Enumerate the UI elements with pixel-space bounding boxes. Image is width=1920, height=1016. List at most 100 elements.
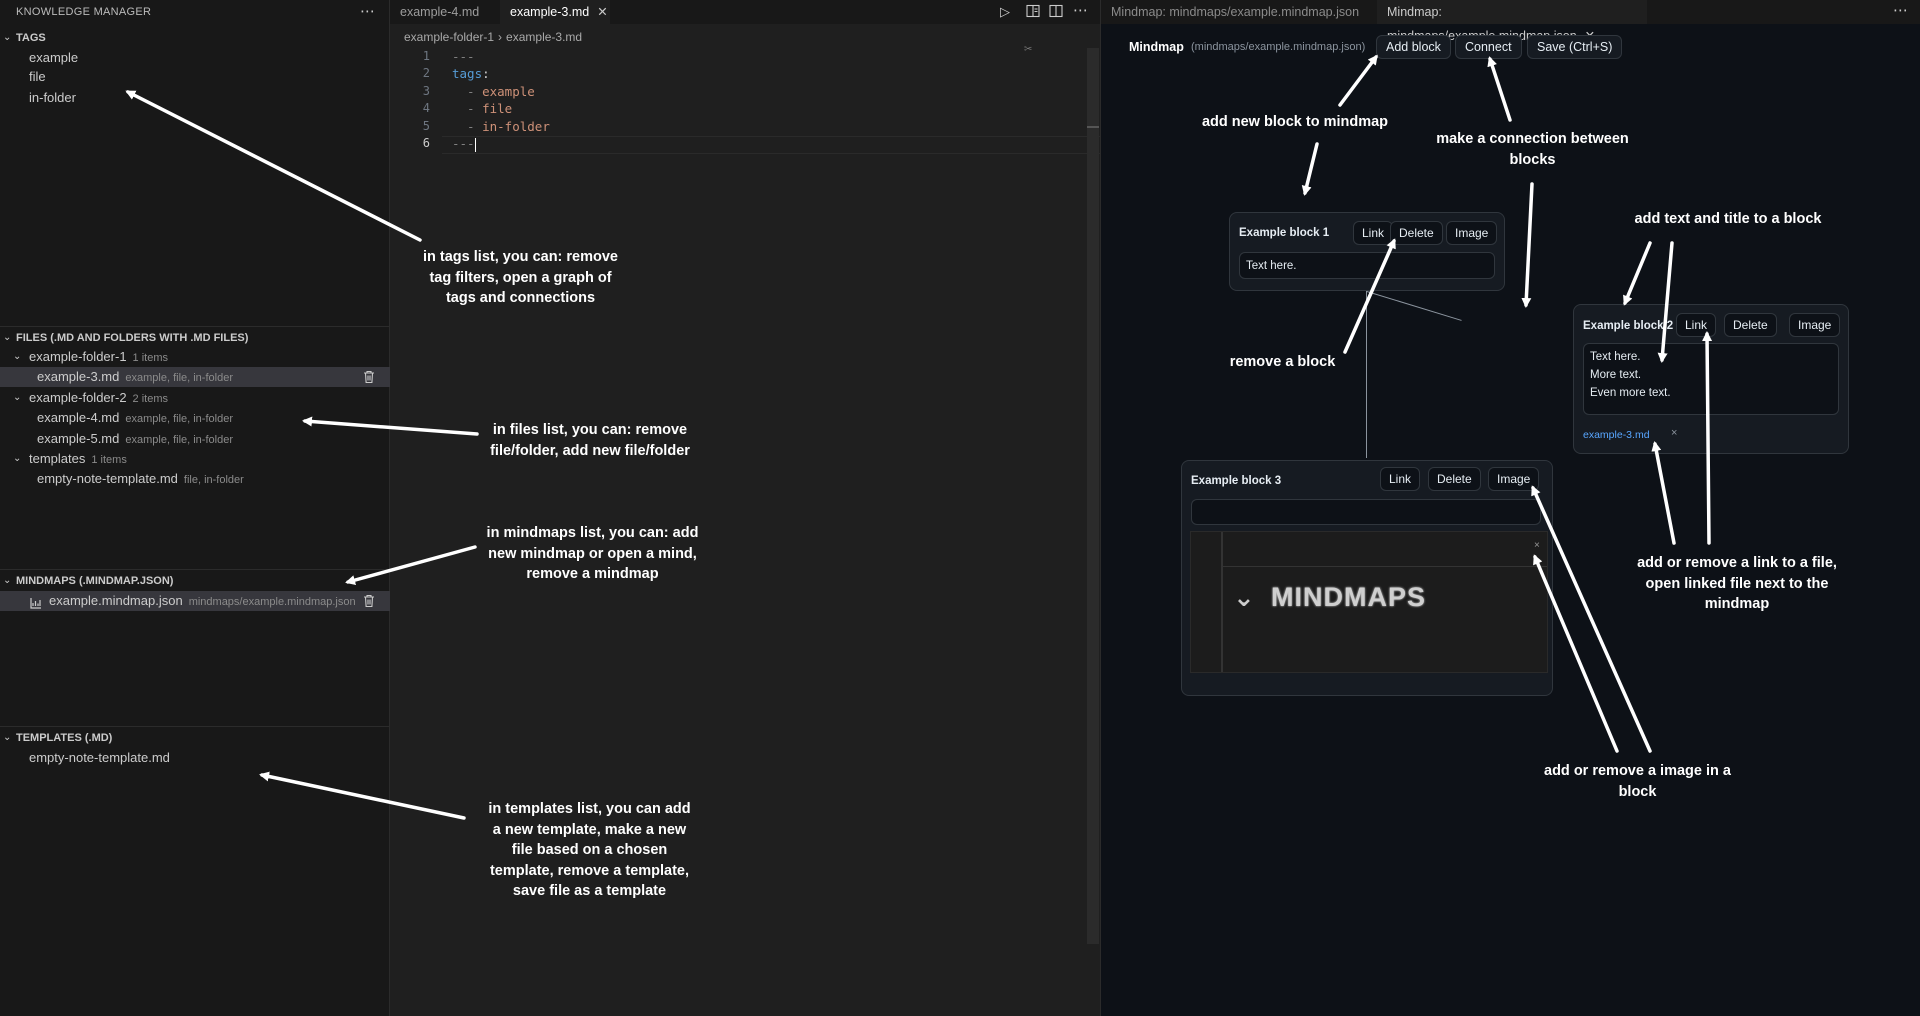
close-icon[interactable]: ✕ [597, 5, 607, 19]
scissors-icon: ✂ [1024, 44, 1033, 55]
open-preview-icon[interactable] [1026, 4, 1040, 21]
annotation-image: add or remove a image in a block [1544, 763, 1731, 800]
line-number: 5 [422, 119, 430, 133]
image-button[interactable]: Image [1789, 313, 1841, 337]
block-text-input[interactable] [1191, 499, 1541, 525]
scrollbar-position-marker [1087, 126, 1099, 128]
tab-mindmap[interactable]: Mindmap: mindmaps/example.mindmap.json [1101, 0, 1377, 24]
add-block-button[interactable]: Add block [1376, 35, 1451, 59]
mindmap-block[interactable]: Example block 3 Link Delete Image × ⌄ MI… [1181, 460, 1553, 696]
mindmap-tab-bar: Mindmap: mindmaps/example.mindmap.json M… [1101, 0, 1920, 43]
mindmaps-section-header[interactable]: ⌄ MINDMAPS (.MINDMAP.JSON) [0, 569, 390, 591]
connect-button[interactable]: Connect [1455, 35, 1522, 59]
remove-image-icon[interactable]: × [1534, 540, 1540, 551]
image-caption-text: MINDMAPS [1271, 582, 1426, 612]
mindmap-title: Mindmap [1129, 40, 1184, 54]
delete-button[interactable]: Delete [1428, 467, 1481, 491]
templates-section-header[interactable]: ⌄ TEMPLATES (.MD) [0, 726, 390, 748]
unlink-icon[interactable]: × [1671, 427, 1677, 439]
sidebar-title: KNOWLEDGE MANAGER [16, 6, 152, 18]
editor-tab-bar: example-4.md example-3.md ✕ ▷ ⋯ [390, 0, 1100, 24]
run-icon[interactable]: ▷ [1000, 4, 1010, 20]
mindmap-block[interactable]: Example block 2 Link Delete Image Text h… [1573, 304, 1849, 454]
block-connection-line [1366, 291, 1367, 458]
delete-button[interactable]: Delete [1390, 221, 1443, 245]
mindmap-path: (mindmaps/example.mindmap.json) [1191, 41, 1366, 53]
chevron-down-icon: ⌄ [3, 732, 12, 743]
block-title[interactable]: Example block 2 [1583, 320, 1673, 332]
breadcrumb-folder[interactable]: example-folder-1 [404, 30, 494, 44]
chevron-down-icon: ⌄ [13, 453, 22, 464]
block-text-input[interactable]: Text here. [1239, 252, 1495, 279]
chevron-down-icon: ⌄ [3, 332, 12, 343]
annotation-text-title: add text and title to a block [1634, 211, 1822, 227]
file-item[interactable]: example-5.md example, file, in-folder [0, 429, 390, 449]
ellipsis-icon[interactable]: ⋯ [1073, 1, 1088, 19]
breadcrumb-file[interactable]: example-3.md [506, 30, 582, 44]
file-item[interactable]: example-3.md example, file, in-folder [0, 367, 390, 387]
split-editor-icon[interactable] [1049, 4, 1063, 21]
tag-item[interactable]: in-folder [0, 88, 390, 108]
chevron-down-icon: ⌄ [1233, 582, 1255, 612]
code-line[interactable]: - file [452, 101, 512, 116]
tab-mindmap-active[interactable]: Mindmap: mindmaps/example.mindmap.json✕ [1377, 0, 1647, 43]
annotation-add-block: add new block to mindmap [1201, 114, 1389, 130]
file-item[interactable]: empty-note-template.md file, in-folder [0, 469, 390, 489]
chevron-down-icon: ⌄ [13, 392, 22, 403]
linked-file-link[interactable]: example-3.md [1583, 429, 1650, 441]
chevron-down-icon: ⌄ [3, 32, 12, 43]
block-connection-line [1366, 291, 1462, 321]
block-title[interactable]: Example block 1 [1239, 227, 1329, 239]
image-button[interactable]: Image [1446, 221, 1498, 245]
ellipsis-icon[interactable]: ⋯ [1893, 1, 1908, 19]
chart-icon [30, 595, 42, 615]
annotation-tags: in tags list, you can: remove tag filter… [423, 249, 618, 306]
tab-example-3[interactable]: example-3.md ✕ [500, 0, 610, 24]
link-button[interactable]: Link [1380, 467, 1421, 491]
template-item[interactable]: empty-note-template.md [0, 748, 390, 768]
folder-item[interactable]: ⌄ example-folder-1 1 items [0, 347, 390, 367]
tag-item[interactable]: file [0, 67, 390, 87]
trash-icon[interactable] [362, 370, 376, 384]
folder-item[interactable]: ⌄ example-folder-2 2 items [0, 388, 390, 408]
ellipsis-icon[interactable]: ⋯ [360, 2, 375, 20]
trash-icon[interactable] [362, 594, 376, 608]
annotation-templates: in templates list, you can add a new tem… [488, 801, 691, 899]
tag-item[interactable]: example [0, 48, 390, 68]
code-line[interactable]: - example [452, 84, 535, 99]
image-button[interactable]: Image [1488, 467, 1540, 491]
block-image: × ⌄ MINDMAPS [1190, 531, 1548, 673]
save-button[interactable]: Save (Ctrl+S) [1527, 35, 1623, 59]
block-title[interactable]: Example block 3 [1191, 475, 1281, 487]
line-number: 2 [422, 66, 430, 80]
chevron-down-icon: ⌄ [3, 575, 12, 586]
annotation-link: add or remove a link to a file, open lin… [1637, 555, 1837, 612]
file-item[interactable]: example-4.md example, file, in-folder [0, 408, 390, 428]
annotation-files: in files list, you can: remove file/fold… [490, 422, 690, 459]
folder-item[interactable]: ⌄ templates 1 items [0, 449, 390, 469]
link-button[interactable]: Link [1676, 313, 1717, 337]
mindmap-block[interactable]: Example block 1 Link Delete Image Text h… [1229, 212, 1505, 291]
editor-scrollbar[interactable] [1087, 48, 1099, 944]
code-line[interactable]: --- [452, 49, 475, 64]
annotation-remove: remove a block [1229, 354, 1336, 370]
tags-section-header[interactable]: ⌄ TAGS [0, 27, 390, 49]
link-button[interactable]: Link [1353, 221, 1394, 245]
code-line[interactable]: tags: [452, 66, 490, 81]
delete-button[interactable]: Delete [1724, 313, 1777, 337]
code-line[interactable]: - in-folder [452, 119, 550, 134]
chevron-down-icon: ⌄ [13, 351, 22, 362]
knowledge-manager-sidebar: KNOWLEDGE MANAGER ⋯ ⌄ TAGS example file … [0, 0, 390, 1016]
line-number: 4 [422, 101, 430, 115]
annotation-connect: make a connection between blocks [1436, 131, 1629, 168]
text-cursor [474, 137, 476, 152]
tab-example-4[interactable]: example-4.md [390, 0, 500, 24]
files-section-header[interactable]: ⌄ FILES (.MD AND FOLDERS WITH .MD FILES) [0, 326, 390, 348]
block-text-input[interactable]: Text here. More text. Even more text. [1583, 343, 1839, 415]
line-number: 6 [422, 136, 430, 150]
breadcrumb: example-folder-1 › example-3.md [404, 30, 583, 44]
line-number: 1 [422, 49, 430, 63]
mindmap-item[interactable]: example.mindmap.json mindmaps/example.min… [0, 591, 390, 611]
code-line[interactable]: --- [452, 136, 476, 152]
line-number: 3 [422, 84, 430, 98]
